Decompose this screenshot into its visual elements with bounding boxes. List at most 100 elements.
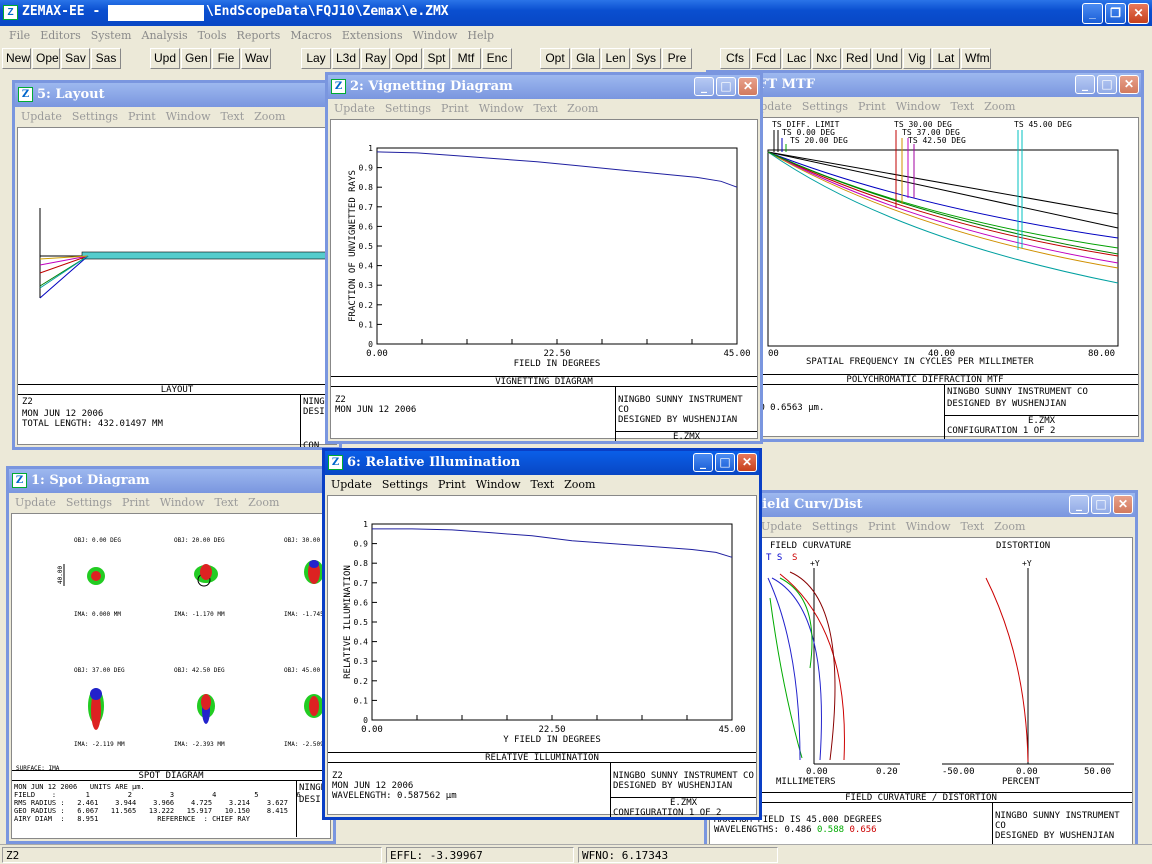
window-menu-zoom[interactable]: Zoom [560,475,601,495]
window-menu-update[interactable]: Update [327,475,378,495]
menu-item-window[interactable]: Window [408,26,463,46]
window-menu-zoom[interactable]: Zoom [980,97,1021,117]
menu-item-tools[interactable]: Tools [193,26,232,46]
toolbar-button-lat[interactable]: Lat [932,48,960,69]
window-menu-zoom[interactable]: Zoom [244,493,285,513]
window-menu-settings[interactable]: Settings [62,493,118,513]
minimize-icon[interactable]: _ [1075,75,1095,94]
window-menu-text[interactable]: Text [947,97,981,117]
minimize-icon[interactable]: _ [694,77,714,96]
menu-item-macros[interactable]: Macros [285,26,337,46]
vignetting-window-title-bar[interactable]: Z 2: Vignetting Diagram _ □ ✕ [328,75,760,99]
window-menu-window[interactable]: Window [892,97,947,117]
mtf-window-title-bar[interactable]: FFT MTF _ □ ✕ [709,73,1141,97]
window-menu-text[interactable]: Text [217,107,251,127]
close-icon[interactable]: ✕ [1119,75,1139,94]
minimize-icon[interactable]: _ [1082,3,1103,24]
toolbar-button-sys[interactable]: Sys [631,48,661,69]
window-menu-update[interactable]: Update [17,107,68,127]
toolbar-button-new[interactable]: New [2,48,31,69]
toolbar-button-sav[interactable]: Sav [61,48,90,69]
layout-window-title-bar[interactable]: Z 5: Layout [15,83,339,107]
zemax-app-icon[interactable]: Z [3,5,18,20]
window-menu-update[interactable]: Update [11,493,62,513]
close-icon[interactable]: ✕ [738,77,758,96]
menu-item-extensions[interactable]: Extensions [337,26,408,46]
toolbar-button-und[interactable]: Und [872,48,902,69]
window-menu-window[interactable]: Window [472,475,527,495]
window-menu-settings[interactable]: Settings [381,99,437,119]
menu-item-analysis[interactable]: Analysis [137,26,193,46]
toolbar-button-lac[interactable]: Lac [782,48,811,69]
layout-window[interactable]: Z 5: Layout Update Settings Print Window Text… [12,80,342,450]
window-menu-zoom[interactable]: Zoom [990,517,1031,537]
window-menu-print[interactable]: Print [864,517,902,537]
menu-item-file[interactable]: File [4,26,35,46]
window-menu-settings[interactable]: Settings [808,517,864,537]
window-menu-window[interactable]: Window [902,517,957,537]
close-icon[interactable]: ✕ [1113,495,1133,514]
menu-item-editors[interactable]: Editors [35,26,86,46]
rel-window-title-bar[interactable]: Z 6: Relative Illumination _ □ ✕ [325,451,759,475]
window-menu-window[interactable]: Window [162,107,217,127]
toolbar-button-pre[interactable]: Pre [662,48,692,69]
toolbar-button-red[interactable]: Red [842,48,871,69]
toolbar-button-opt[interactable]: Opt [540,48,570,69]
toolbar-button-fcd[interactable]: Fcd [751,48,781,69]
maximize-icon[interactable]: □ [716,77,736,96]
window-menu-settings[interactable]: Settings [378,475,434,495]
menu-item-help[interactable]: Help [462,26,499,46]
window-menu-update[interactable]: Update [757,517,808,537]
spot-diagram-window[interactable]: Z 1: Spot Diagram Update Settings Print Wind… [6,466,336,844]
relative-illumination-window[interactable]: Z 6: Relative Illumination _ □ ✕ Update Sett… [322,448,762,820]
toolbar-button-fie[interactable]: Fie [212,48,240,69]
window-menu-print[interactable]: Print [124,107,162,127]
window-menu-print[interactable]: Print [118,493,156,513]
menu-item-system[interactable]: System [86,26,137,46]
mtf-window[interactable]: FFT MTF _ □ ✕ Update Settings Print Window Tex… [706,70,1144,442]
spot-window-title-bar[interactable]: Z 1: Spot Diagram [9,469,333,493]
app-title-bar[interactable]: Z ZEMAX-EE - \EndScopeData\FQJ10\Zemax\e… [0,0,1152,26]
toolbar-button-len[interactable]: Len [601,48,630,69]
window-menu-text[interactable]: Text [530,99,564,119]
window-menu-window[interactable]: Window [475,99,530,119]
toolbar-button-l3d[interactable]: L3d [332,48,360,69]
toolbar-button-gla[interactable]: Gla [571,48,600,69]
window-menu-text[interactable]: Text [957,517,991,537]
close-icon[interactable]: ✕ [737,453,757,472]
toolbar-button-upd[interactable]: Upd [150,48,180,69]
maximize-icon[interactable]: □ [1097,75,1117,94]
close-icon[interactable]: ✕ [1128,3,1149,24]
window-menu-update[interactable]: Update [330,99,381,119]
toolbar-button-sas[interactable]: Sas [91,48,121,69]
vignetting-window[interactable]: Z 2: Vignetting Diagram _ □ ✕ Update Setting… [325,72,763,444]
window-menu-zoom[interactable]: Zoom [563,99,604,119]
toolbar-button-mtf[interactable]: Mtf [451,48,481,69]
toolbar-button-spt[interactable]: Spt [423,48,450,69]
fc-window-title-bar[interactable]: Field Curv/Dist _ □ ✕ [707,493,1135,517]
toolbar-button-opd[interactable]: Opd [391,48,422,69]
toolbar-button-nxc[interactable]: Nxc [812,48,841,69]
field-curvature-window[interactable]: Field Curv/Dist _ □ ✕ Update Settings Print W… [704,490,1138,860]
window-menu-print[interactable]: Print [854,97,892,117]
window-menu-text[interactable]: Text [527,475,561,495]
window-menu-window[interactable]: Window [156,493,211,513]
window-menu-print[interactable]: Print [437,99,475,119]
toolbar-button-lay[interactable]: Lay [301,48,331,69]
toolbar-button-wfm[interactable]: Wfm [961,48,991,69]
minimize-icon[interactable]: _ [693,453,713,472]
toolbar-button-gen[interactable]: Gen [181,48,211,69]
toolbar-button-ray[interactable]: Ray [361,48,390,69]
toolbar-button-ope[interactable]: Ope [32,48,60,69]
window-menu-settings[interactable]: Settings [798,97,854,117]
toolbar-button-vig[interactable]: Vig [903,48,931,69]
menu-item-reports[interactable]: Reports [232,26,286,46]
window-menu-print[interactable]: Print [434,475,472,495]
window-menu-zoom[interactable]: Zoom [250,107,291,127]
maximize-icon[interactable]: □ [1091,495,1111,514]
window-menu-text[interactable]: Text [211,493,245,513]
toolbar-button-cfs[interactable]: Cfs [720,48,750,69]
toolbar-button-enc[interactable]: Enc [482,48,512,69]
minimize-icon[interactable]: _ [1069,495,1089,514]
restore-icon[interactable]: ❐ [1105,3,1126,24]
